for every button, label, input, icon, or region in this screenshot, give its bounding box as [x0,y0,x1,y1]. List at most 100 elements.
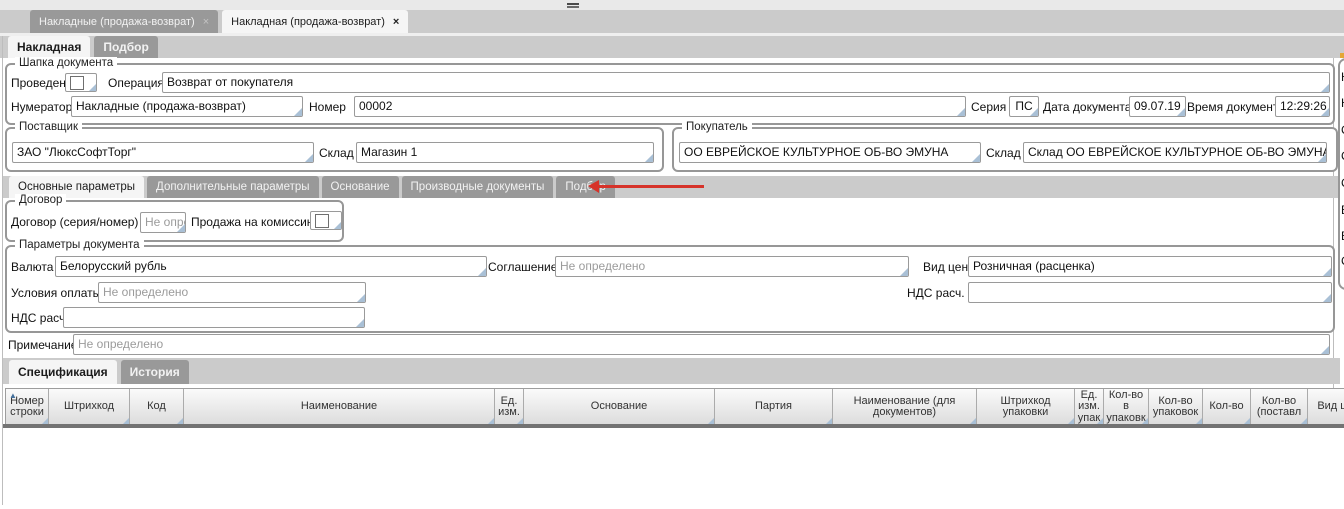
column-label: Вид цен [1317,401,1344,413]
window-tabbar: Накладные (продажа-возврат) × Накладная … [0,10,1344,33]
fieldset-legend: Поставщик [15,121,82,133]
checkbox-box [70,76,84,90]
column-header-pack-unit[interactable]: Ед. изм. упак [1075,389,1104,425]
contract-number-label: Договор (серия/номер) [11,215,138,229]
operation-input[interactable]: Возврат от покупателя [162,72,1330,93]
number-label: Номер [309,100,346,114]
payment-terms-input[interactable]: Не определено [98,282,366,303]
agreement-input[interactable]: Не определено [555,256,909,277]
supplier-warehouse-input[interactable]: Магазин 1 [356,142,654,163]
column-header-name-for-docs[interactable]: Наименование (для документов) [833,389,977,425]
column-label: Кол-во упаковок [1153,396,1198,419]
tab-podbor-top[interactable]: Подбор [94,36,158,58]
doc-tabbar: Накладная Подбор [0,36,1344,58]
column-header-row-number[interactable]: ▲ Номер строки [6,389,49,425]
column-label: Ед. изм. упак [1078,390,1100,425]
column-label: Штрихкод упаковки [1000,396,1050,419]
buyer-input[interactable]: ОО ЕВРЕЙСКОЕ КУЛЬТУРНОЕ ОБ-ВО ЭМУНА [679,142,981,163]
panel-left-border [2,36,3,505]
doc-date-input[interactable]: 09.07.19 [1129,96,1186,117]
column-label: Штрихкод [64,401,114,413]
vat-left-input[interactable] [63,307,365,328]
agreement-label: Соглашение [488,260,557,274]
commission-label: Продажа на комиссию [191,215,316,229]
operation-label: Операция [108,76,164,90]
tab-label: Накладная [17,40,81,54]
column-header-code[interactable]: Код [130,389,184,425]
tab-label: История [130,365,180,379]
column-header-qty[interactable]: Кол-во [1203,389,1251,425]
vat-right-label: НДС расч. [907,286,965,300]
doc-time-label: Время документа [1187,100,1285,114]
tab-label: Основные параметры [18,181,135,193]
currency-label: Валюта [11,260,53,274]
column-header-basis[interactable]: Основание [524,389,715,425]
supplier-input[interactable]: ЗАО "ЛюксСофтТорг" [12,142,314,163]
doc-date-label: Дата документа [1043,100,1131,114]
column-header-pack-qty[interactable]: Кол-во упаковок [1149,389,1203,425]
payment-terms-label: Условия оплаты [11,286,101,300]
tab-nakladnaya[interactable]: Накладная [8,36,90,58]
red-arrow-shaft [597,185,704,188]
column-label: Наименование (для документов) [854,396,956,419]
buyer-warehouse-label: Склад [986,146,1021,160]
column-header-unit[interactable]: Ед. изм. [495,389,524,425]
tab-label: Основание [331,181,390,193]
doc-time-input[interactable]: 12:29:26 [1275,96,1330,117]
top-strip [0,0,1344,10]
fieldset-doc-header: Шапка документа Проведен Операция Возвра… [5,63,1335,125]
column-header-pack-barcode[interactable]: Штрихкод упаковки [977,389,1075,425]
currency-input[interactable]: Белорусский рубль [55,256,487,277]
fieldset-legend: Шапка документа [15,57,117,69]
clipped-legend-fragment [1340,53,1344,58]
app-window: Накладные (продажа-возврат) × Накладная … [0,0,1344,509]
numerator-input[interactable]: Накладные (продажа-возврат) [71,96,303,117]
tab-history[interactable]: История [121,360,189,384]
grip-menu-icon[interactable] [567,3,579,5]
column-label: Партия [755,401,792,413]
column-label: Ед. изм. [498,396,520,419]
column-label: Кол-во [1209,401,1243,413]
tab-label: Производные документы [411,181,545,193]
sort-asc-icon[interactable]: ▲ [9,392,17,400]
column-label: Наименование [301,401,377,413]
column-header-qty-supplied[interactable]: Кол-во (поставл [1251,389,1308,425]
tab-label: Спецификация [18,365,108,379]
numerator-label: Нумератор [11,100,72,114]
number-input[interactable]: 00002 [354,96,966,117]
column-header-name[interactable]: Наименование [184,389,495,425]
close-icon[interactable]: × [203,16,209,28]
vat-left-label: НДС расч. [11,311,69,325]
buyer-warehouse-input[interactable]: Склад ОО ЕВРЕЙСКОЕ КУЛЬТУРНОЕ ОБ-ВО ЭМУН… [1023,142,1327,163]
proveden-checkbox[interactable] [65,73,97,92]
right-clipped-panel: Н Н С С С В В С [1336,50,1344,310]
note-label: Примечание [8,338,77,352]
tab-osnovanie[interactable]: Основание [322,176,399,198]
tab-additional-params[interactable]: Дополнительные параметры [147,176,319,198]
window-tab-label: Накладные (продажа-возврат) [39,16,195,28]
column-label: Код [147,401,166,413]
tab-derived-docs[interactable]: Производные документы [402,176,554,198]
spec-tabbar: Спецификация История [3,358,1340,384]
column-label: Кол-во в упаковк [1106,390,1145,425]
fieldset-supplier: Поставщик ЗАО "ЛюксСофтТорг" Склад Магаз… [5,127,664,172]
tab-specification[interactable]: Спецификация [9,360,117,384]
fieldset-legend: Договор [15,194,66,206]
table-header-bottom-bar [3,424,1344,428]
window-tab-nakladnaya-doc[interactable]: Накладная (продажа-возврат) × [222,10,408,33]
vat-right-input[interactable] [968,282,1332,303]
column-header-batch[interactable]: Партия [715,389,833,425]
column-header-qty-in-pack[interactable]: Кол-во в упаковк [1104,389,1149,425]
column-label: Основание [591,401,647,413]
price-type-label: Вид цен [923,260,968,274]
commission-checkbox[interactable] [310,211,342,230]
window-tab-nakladnye-list[interactable]: Накладные (продажа-возврат) × [30,10,218,33]
note-input[interactable]: Не определено [73,334,1330,355]
series-input[interactable]: ПС [1009,96,1039,117]
column-header-price-type[interactable]: Вид цен [1308,389,1344,425]
red-arrow-head [588,180,599,193]
price-type-input[interactable]: Розничная (расценка) [968,256,1332,277]
column-header-barcode[interactable]: Штрихкод [49,389,130,425]
close-icon[interactable]: × [393,16,399,28]
contract-number-input[interactable]: Не опред [140,212,186,233]
